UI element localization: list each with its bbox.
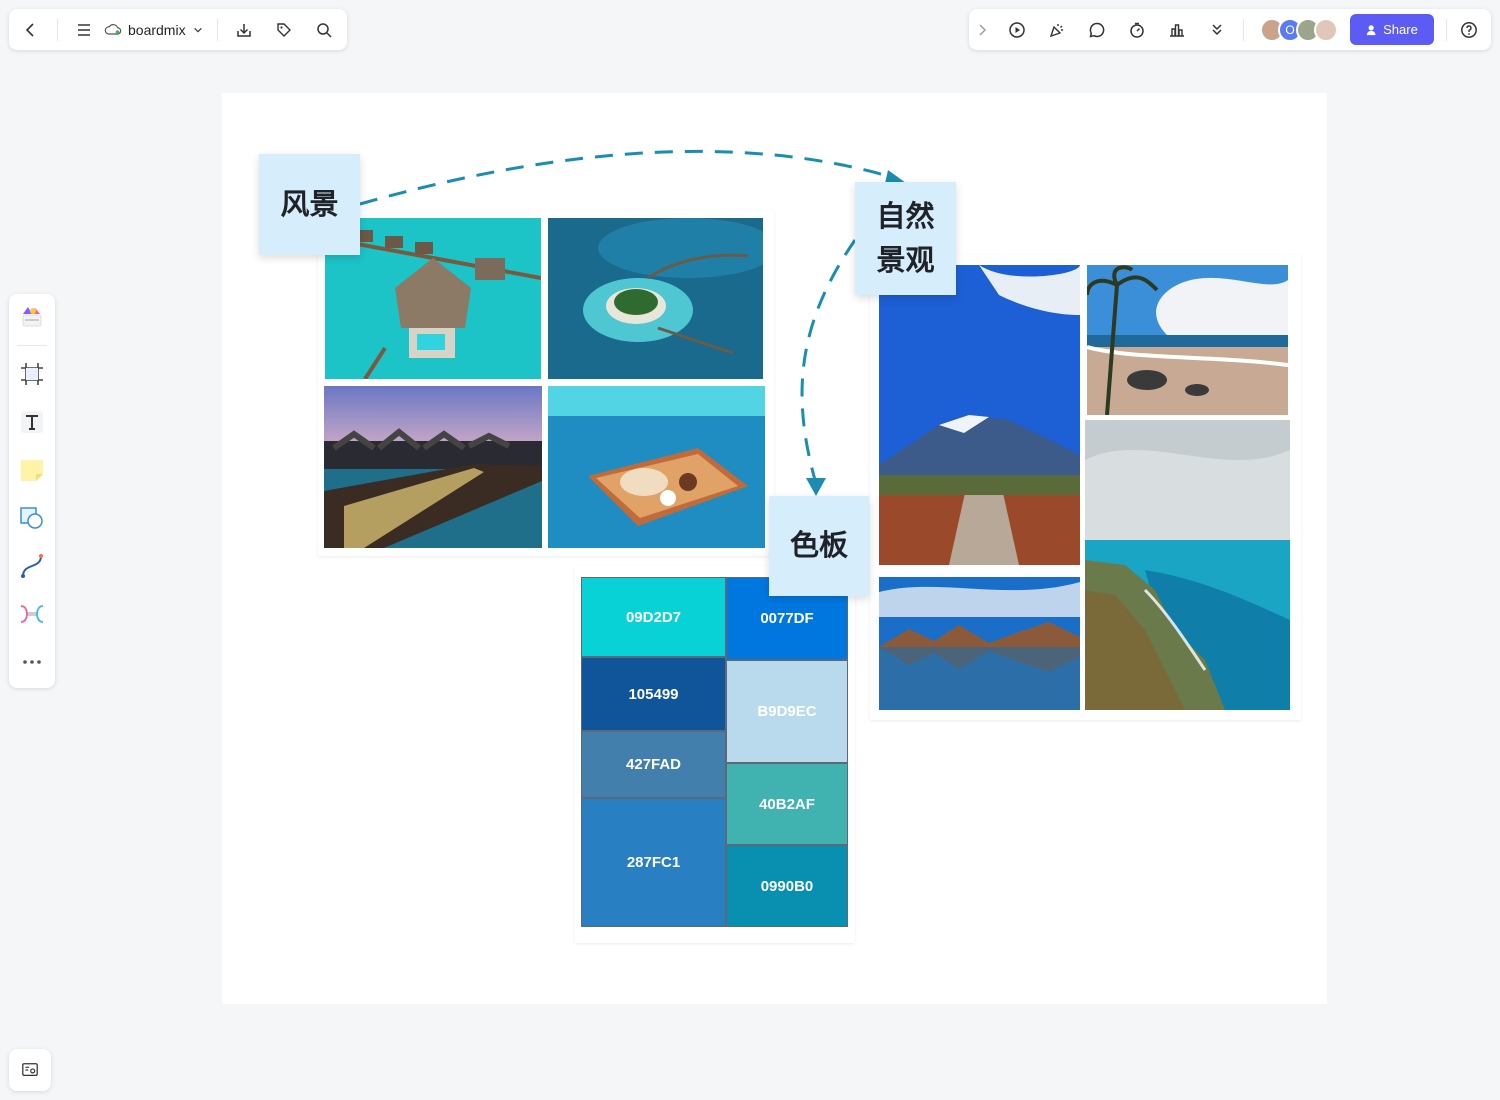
- divider: [216, 18, 218, 41]
- cloud-icon: [104, 24, 122, 35]
- vote-button[interactable]: [1163, 16, 1191, 44]
- share-button[interactable]: Share: [1350, 14, 1434, 45]
- minimap-icon: [22, 1063, 38, 1077]
- help-button[interactable]: [1455, 16, 1483, 44]
- download-icon: [236, 23, 251, 37]
- mindmap-icon: [20, 605, 44, 623]
- more-tools-button[interactable]: [18, 648, 46, 676]
- top-left-toolbar: boardmix: [9, 9, 347, 50]
- nature-image-card[interactable]: [870, 255, 1301, 720]
- divider: [1446, 18, 1447, 41]
- floating-breakfast-photo[interactable]: [548, 386, 765, 548]
- color-swatch[interactable]: 105499: [581, 657, 726, 731]
- board-title-button[interactable]: boardmix: [104, 22, 203, 38]
- search-button[interactable]: [310, 16, 338, 44]
- coastal-cliff-photo[interactable]: [1085, 420, 1290, 710]
- comment-icon: [1089, 22, 1105, 38]
- chevron-left-icon: [25, 22, 34, 37]
- timer-icon: [1130, 22, 1144, 38]
- jetty-sunset-photo[interactable]: [324, 386, 542, 548]
- color-swatch[interactable]: 427FAD: [581, 731, 726, 798]
- sticky-note-text: 景观: [876, 244, 935, 277]
- menu-icon: [78, 23, 90, 36]
- sticky-note-text: 色板: [789, 530, 848, 562]
- download-button[interactable]: [230, 16, 258, 44]
- sticky-note-scenery[interactable]: 风景: [259, 154, 360, 255]
- expand-icon: [979, 24, 986, 35]
- sticky-note-text: 风景: [280, 188, 339, 221]
- text-tool[interactable]: [18, 408, 46, 436]
- collaborator-avatars[interactable]: O: [1260, 17, 1338, 42]
- shape-icon: [20, 507, 43, 529]
- timer-button[interactable]: [1123, 16, 1151, 44]
- connector-icon: [21, 554, 43, 578]
- avatar-initial: O: [1285, 22, 1295, 37]
- tag-icon: [276, 22, 291, 37]
- swatch-label: 40B2AF: [759, 795, 815, 813]
- tag-button[interactable]: [270, 16, 298, 44]
- user-add-icon: [1366, 24, 1376, 35]
- comment-button[interactable]: [1083, 16, 1111, 44]
- share-label: Share: [1383, 22, 1418, 37]
- sticky-note-tool[interactable]: [18, 456, 46, 484]
- vote-icon: [1170, 23, 1184, 37]
- sticky-note-palette[interactable]: 色板: [769, 496, 869, 596]
- color-swatch[interactable]: 287FC1: [581, 798, 726, 927]
- swatch-label: 09D2D7: [625, 608, 682, 626]
- back-button[interactable]: [17, 16, 45, 44]
- swatch-label: 0990B0: [760, 877, 814, 895]
- swatch-label: B9D9EC: [757, 703, 817, 720]
- mindmap-tool[interactable]: [18, 600, 46, 628]
- avatar: [1314, 17, 1338, 42]
- search-icon: [316, 22, 332, 38]
- divider: [57, 18, 58, 41]
- swatch-label: 287FC1: [626, 854, 681, 871]
- color-swatch[interactable]: 0990B0: [726, 845, 848, 927]
- color-swatch[interactable]: 09D2D7: [581, 577, 726, 657]
- menu-button[interactable]: [70, 16, 98, 44]
- expand-button[interactable]: [973, 16, 991, 44]
- text-icon: [21, 411, 43, 433]
- palm-beach-photo[interactable]: [1087, 265, 1288, 415]
- more-tools-button[interactable]: [1203, 16, 1231, 44]
- double-chevron-down-icon: [1212, 23, 1222, 35]
- sticky-note-nature[interactable]: 自然 景观: [855, 182, 956, 295]
- swatch-label: 427FAD: [625, 756, 682, 773]
- divider: [17, 345, 47, 346]
- island-aerial-photo[interactable]: [548, 218, 763, 379]
- swatch-label: 0077DF: [760, 610, 814, 627]
- celebrate-button[interactable]: [1043, 16, 1071, 44]
- template-tool[interactable]: [18, 302, 46, 330]
- board-title: boardmix: [128, 21, 186, 38]
- play-icon: [1009, 21, 1025, 38]
- left-toolbar: [9, 294, 55, 688]
- template-icon: [22, 307, 42, 327]
- chevron-down-icon: [193, 27, 202, 32]
- scenery-image-card[interactable]: [318, 211, 774, 556]
- color-swatch[interactable]: 40B2AF: [726, 763, 848, 845]
- help-icon: [1461, 21, 1477, 38]
- connector-tool[interactable]: [18, 552, 46, 580]
- sticky-note-icon: [21, 460, 43, 481]
- frame-icon: [21, 363, 43, 385]
- celebrate-icon: [1049, 23, 1063, 37]
- top-right-toolbar: O Share: [969, 9, 1491, 50]
- mountain-road-photo[interactable]: [879, 265, 1080, 565]
- more-icon: [23, 660, 41, 664]
- divider: [1243, 18, 1244, 41]
- present-button[interactable]: [1003, 16, 1031, 44]
- lake-mountains-photo[interactable]: [879, 577, 1080, 710]
- frame-tool[interactable]: [18, 360, 46, 388]
- color-swatch[interactable]: B9D9EC: [726, 660, 848, 763]
- sticky-note-text: 自然: [876, 200, 935, 233]
- swatch-label: 105499: [628, 685, 679, 703]
- shape-tool[interactable]: [18, 504, 46, 532]
- minimap-button[interactable]: [9, 1049, 51, 1091]
